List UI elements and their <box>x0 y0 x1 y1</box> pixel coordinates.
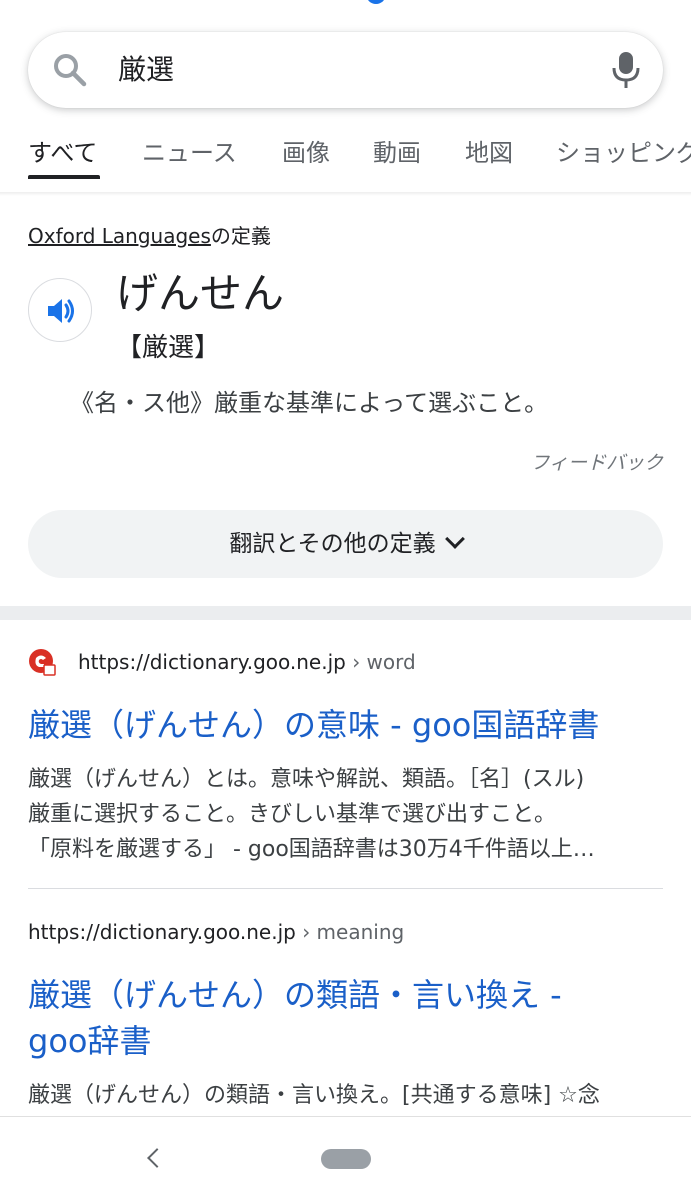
result-domain: https://dictionary.goo.ne.jp <box>78 650 346 674</box>
tab-maps[interactable]: 地図 <box>465 136 513 170</box>
more-definitions-label: 翻訳とその他の定義 <box>229 531 436 557</box>
tab-videos[interactable]: 動画 <box>373 136 421 170</box>
tabs-divider <box>0 192 691 196</box>
mic-icon[interactable] <box>606 48 646 92</box>
result-breadcrumb: › word <box>352 650 416 674</box>
search-tabs: すべて ニュース 画像 動画 地図 ショッピング <box>0 128 691 192</box>
speaker-icon <box>48 299 74 323</box>
oxford-languages-link[interactable]: Oxford Languages <box>28 224 211 248</box>
word-definition: 《名・ス他》厳重な基準によって選ぶこと。 <box>70 389 549 417</box>
back-icon[interactable] <box>147 1148 167 1168</box>
snippet-line: 厳重に選択すること。きびしい基準で選び出すこと。 <box>28 802 557 827</box>
title-line: goo辞書 <box>28 1022 152 1060</box>
snippet-line: 「原料を厳選する」 - goo国語辞書は30万4千件語以上… <box>28 837 595 862</box>
result-url[interactable]: https://dictionary.goo.ne.jp › meaning <box>28 918 404 946</box>
snippet-line: 厳選（げんせん）とは。意味や解説、類語。［名］(スル) <box>28 767 585 792</box>
status-indicator-dot <box>366 0 386 4</box>
word-reading: げんせん <box>116 269 285 318</box>
result-title-link[interactable]: 厳選（げんせん）の類語・言い換え - goo辞書 <box>28 972 668 1064</box>
more-definitions-button[interactable]: 翻訳とその他の定義 <box>28 510 663 578</box>
result-snippet: 厳選（げんせん）の類語・言い換え。[共通する意味] ☆念 <box>28 1083 600 1108</box>
tab-images[interactable]: 画像 <box>282 136 330 170</box>
tab-all[interactable]: すべて <box>28 136 97 170</box>
word-kanji: 【厳選】 <box>116 333 221 363</box>
result-url[interactable]: https://dictionary.goo.ne.jp › word <box>78 648 416 676</box>
home-pill[interactable] <box>321 1149 371 1169</box>
tab-shopping[interactable]: ショッピング <box>556 136 691 170</box>
dictionary-source: Oxford Languagesの定義 <box>28 222 271 250</box>
search-icon[interactable] <box>50 50 90 90</box>
result-snippet: 厳選（げんせん）とは。意味や解説、類語。［名］(スル) 厳重に選択すること。きび… <box>28 762 668 867</box>
result-domain: https://dictionary.goo.ne.jp <box>28 920 296 944</box>
tab-news[interactable]: ニュース <box>142 136 237 170</box>
result-breadcrumb: › meaning <box>302 920 405 944</box>
system-navigation-bar <box>0 1116 691 1200</box>
result-title-link[interactable]: 厳選（げんせん）の意味 - goo国語辞書 <box>28 702 668 748</box>
title-line: 厳選（げんせん）の類語・言い換え - <box>28 976 562 1014</box>
feedback-link[interactable]: フィードバック <box>530 450 663 476</box>
search-input[interactable]: 厳選 <box>118 50 174 90</box>
source-suffix: の定義 <box>210 224 271 248</box>
section-separator <box>0 606 691 620</box>
chevron-down-icon <box>444 529 465 549</box>
favicon-icon <box>28 648 56 676</box>
pronunciation-button[interactable] <box>28 278 92 342</box>
active-tab-indicator <box>28 175 100 179</box>
result-divider <box>28 888 663 889</box>
